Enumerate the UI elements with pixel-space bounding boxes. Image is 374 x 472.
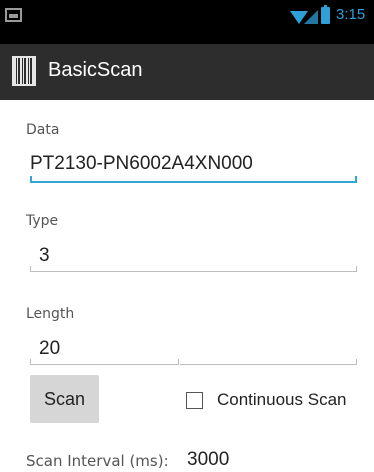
- scan-interval-field[interactable]: 3000: [187, 449, 229, 471]
- status-time: 3:15: [336, 6, 366, 23]
- type-label: Type: [26, 213, 59, 229]
- type-field[interactable]: 3: [39, 245, 50, 267]
- data-field-tick-left: [30, 176, 32, 182]
- continuous-scan-label[interactable]: Continuous Scan: [217, 390, 346, 410]
- type-field-tick-right: [356, 266, 357, 272]
- length-field-underline: [30, 364, 178, 365]
- length-field-tick-right: [356, 359, 357, 365]
- signal-icon: [304, 10, 318, 24]
- type-field-underline: [30, 271, 357, 272]
- data-field-tick-right: [355, 176, 357, 182]
- status-bar: 3:15: [0, 0, 374, 44]
- continuous-scan-checkbox[interactable]: [186, 392, 203, 409]
- barcode-icon: [12, 56, 36, 86]
- type-field-tick-left: [30, 266, 31, 272]
- image-notification-icon: [5, 8, 22, 22]
- scan-button[interactable]: Scan: [30, 375, 99, 423]
- length-label: Length: [26, 306, 75, 322]
- length-field[interactable]: 20: [39, 338, 60, 360]
- action-bar: BasicScan: [0, 44, 374, 100]
- battery-icon: [321, 5, 330, 24]
- data-field[interactable]: PT2130-PN6002A4XN000: [30, 153, 253, 175]
- app-title: BasicScan: [48, 59, 143, 81]
- length-field-underline-right: [180, 364, 357, 365]
- length-field-tick-mid: [178, 359, 179, 365]
- data-field-underline: [30, 181, 357, 183]
- scan-interval-label: Scan Interval (ms):: [26, 452, 169, 470]
- length-field-tick-left: [30, 359, 31, 365]
- data-label: Data: [26, 122, 60, 138]
